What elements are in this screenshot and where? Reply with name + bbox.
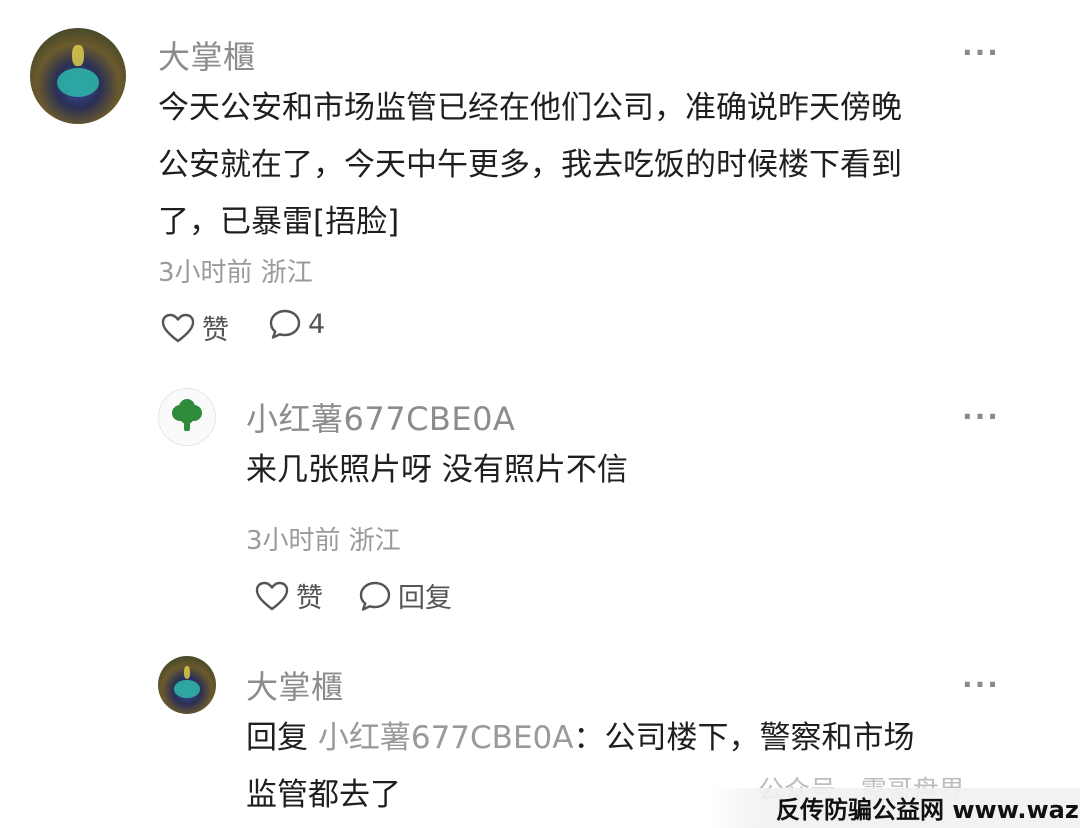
comment-line: 回复 小红薯677CBE0A：公司楼下，警察和市场 [246, 710, 914, 767]
watermark-site: 反传防骗公益网 www.wazi.cc [776, 796, 1080, 824]
like-button[interactable]: 赞 [254, 576, 323, 615]
like-label: 赞 [296, 583, 323, 614]
comment-time-location: 3小时前 浙江 [158, 258, 313, 288]
avatar[interactable] [158, 388, 216, 446]
reply-to-user[interactable]: 小红薯677CBE0A [318, 720, 574, 756]
comment-line: 今天公安和市场监管已经在他们公司，准确说昨天傍晚 [158, 90, 902, 126]
comment-text: 今天公安和市场监管已经在他们公司，准确说昨天傍晚 公安就在了，今天中午更多，我去… [158, 80, 902, 251]
more-options-icon[interactable]: ··· [962, 36, 1000, 69]
reply-body: ：公司楼下，警察和市场 [573, 720, 915, 756]
more-options-icon[interactable]: ··· [962, 668, 1000, 701]
watermark: 公众号 · 震哥盘界 反传防骗公益网 www.wazi.cc [710, 768, 1080, 828]
comment-author[interactable]: 大掌櫃 [246, 662, 344, 708]
comment-author[interactable]: 大掌櫃 [158, 32, 256, 78]
heart-outline-icon [255, 581, 289, 610]
comment-line: 了，已暴雷[捂脸] [158, 204, 400, 240]
comment-text: 来几张照片呀 没有照片不信 [246, 452, 628, 488]
broccoli-avatar-icon [172, 399, 202, 431]
comment-line: 公安就在了，今天中午更多，我去吃饭的时候楼下看到 [158, 147, 902, 183]
reply-label: 回复 [398, 583, 452, 614]
reply-count: 4 [308, 308, 326, 340]
reply-button[interactable]: 回复 [358, 576, 452, 615]
reply-prefix: 回复 [246, 720, 308, 756]
speech-bubble-icon [359, 581, 391, 611]
comment-author[interactable]: 小红薯677CBE0A [246, 394, 515, 440]
reply-count-button[interactable]: 4 [268, 308, 325, 340]
like-label: 赞 [202, 315, 229, 346]
heart-outline-icon [161, 313, 195, 342]
speech-bubble-icon [269, 309, 301, 339]
like-button[interactable]: 赞 [160, 308, 229, 347]
more-options-icon[interactable]: ··· [962, 400, 1000, 433]
avatar[interactable] [158, 656, 216, 714]
avatar[interactable] [30, 28, 126, 124]
comment-time-location: 3小时前 浙江 [246, 526, 401, 556]
